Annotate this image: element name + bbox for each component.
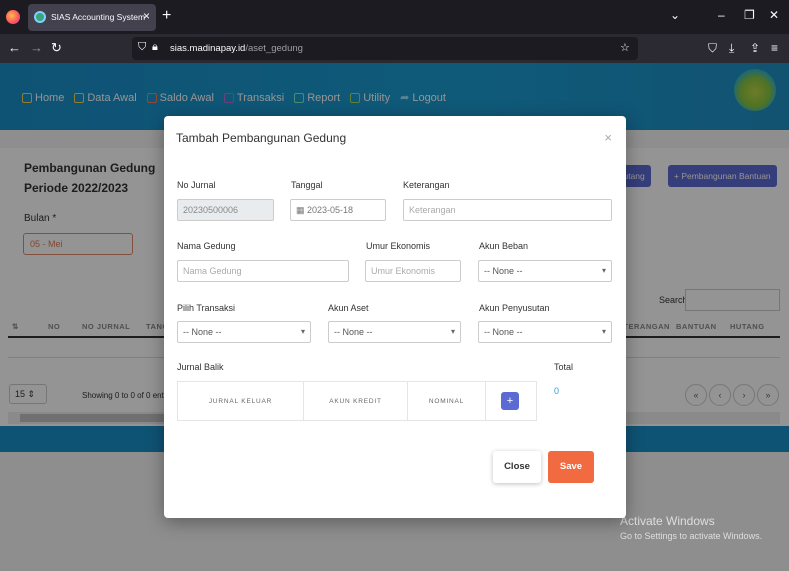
forward-icon[interactable]: → (30, 40, 43, 55)
close-window-icon[interactable]: ✕ (769, 8, 779, 22)
akun-beban-select[interactable]: -- None -- (478, 260, 612, 282)
keterangan-field[interactable]: Keterangan (403, 199, 612, 221)
add-row-button[interactable]: + (501, 392, 519, 410)
activate-windows-watermark: Activate Windows Go to Settings to activ… (620, 514, 762, 541)
close-button[interactable]: Close (493, 451, 541, 483)
url-host: sias.madinapay.id (170, 43, 246, 54)
pocket-icon[interactable]: ⛉ (708, 41, 717, 56)
save-button[interactable]: Save (548, 451, 594, 483)
pilih-transaksi-select[interactable]: -- None -- (177, 321, 311, 343)
calendar-icon: ▦ (296, 205, 308, 215)
extensions-icon[interactable]: ⇪ (750, 41, 760, 55)
akun-aset-label: Akun Aset (328, 303, 369, 313)
activate-subtitle: Go to Settings to activate Windows. (620, 531, 763, 541)
download-icon[interactable]: ⤓ (729, 41, 734, 56)
tanggal-field[interactable]: ▦ 2023-05-18 (290, 199, 386, 221)
reload-icon[interactable]: ↻ (51, 40, 62, 56)
total-label: Total (554, 362, 574, 372)
browser-tab[interactable]: SIAS Accounting System × (28, 4, 156, 31)
lock-icon[interactable]: 🔒︎ (152, 41, 158, 54)
firefox-icon[interactable] (6, 10, 20, 24)
menu-icon[interactable]: ≡ (771, 41, 778, 55)
umur-ekonomis-label: Umur Ekonomis (366, 241, 431, 251)
bookmark-star-icon[interactable]: ☆ (620, 41, 630, 54)
url-text: sias.madinapay.id/aset_gedung (170, 43, 303, 54)
site-favicon-icon (34, 11, 46, 23)
jurnal-balik-label: Jurnal Balik (177, 362, 224, 372)
akun-aset-select[interactable]: -- None -- (328, 321, 461, 343)
no-jurnal-field: 20230500006 (177, 199, 274, 221)
tanggal-label: Tanggal (291, 180, 323, 190)
nama-gedung-field[interactable]: Nama Gedung (177, 260, 349, 282)
col-nominal: NOMINAL (408, 382, 486, 420)
col-jurnal-keluar: JURNAL KELUAR (178, 382, 304, 420)
url-path: /aset_gedung (245, 43, 303, 54)
restore-icon[interactable]: ❐ (744, 8, 755, 22)
umur-ekonomis-field[interactable]: Umur Ekonomis (365, 260, 461, 282)
jurnal-balik-table: JURNAL KELUAR AKUN KREDIT NOMINAL (177, 381, 537, 421)
col-akun-kredit: AKUN KREDIT (304, 382, 408, 420)
akun-beban-label: Akun Beban (479, 241, 529, 251)
pilih-transaksi-label: Pilih Transaksi (177, 303, 236, 313)
close-icon[interactable]: × (604, 130, 612, 145)
tanggal-value: 2023-05-18 (307, 205, 354, 215)
browser-tab-bar: SIAS Accounting System × + ⌄ – ❐ ✕ (0, 0, 789, 34)
new-tab-icon[interactable]: + (162, 7, 171, 25)
tab-list-icon[interactable]: ⌄ (670, 8, 680, 22)
total-value: 0 (554, 386, 560, 396)
browser-nav-bar: ← → ↻ ⛉ 🔒︎ sias.madinapay.id/aset_gedung… (0, 34, 789, 63)
url-bar[interactable]: ⛉ 🔒︎ sias.madinapay.id/aset_gedung ☆ (132, 37, 638, 60)
shield-icon[interactable]: ⛉ (138, 41, 146, 54)
minimize-icon[interactable]: – (718, 8, 725, 22)
close-tab-icon[interactable]: × (143, 9, 150, 23)
nama-gedung-label: Nama Gedung (177, 241, 236, 251)
modal-title: Tambah Pembangunan Gedung (176, 131, 347, 145)
back-icon[interactable]: ← (8, 40, 21, 55)
akun-penyusutan-label: Akun Penyusutan (479, 303, 550, 313)
tambah-pembangunan-modal: Tambah Pembangunan Gedung × No Jurnal 20… (164, 116, 626, 518)
keterangan-label: Keterangan (403, 180, 450, 190)
no-jurnal-label: No Jurnal (177, 180, 216, 190)
tab-title: SIAS Accounting System (51, 12, 146, 22)
akun-penyusutan-select[interactable]: -- None -- (478, 321, 612, 343)
activate-title: Activate Windows (620, 514, 715, 528)
